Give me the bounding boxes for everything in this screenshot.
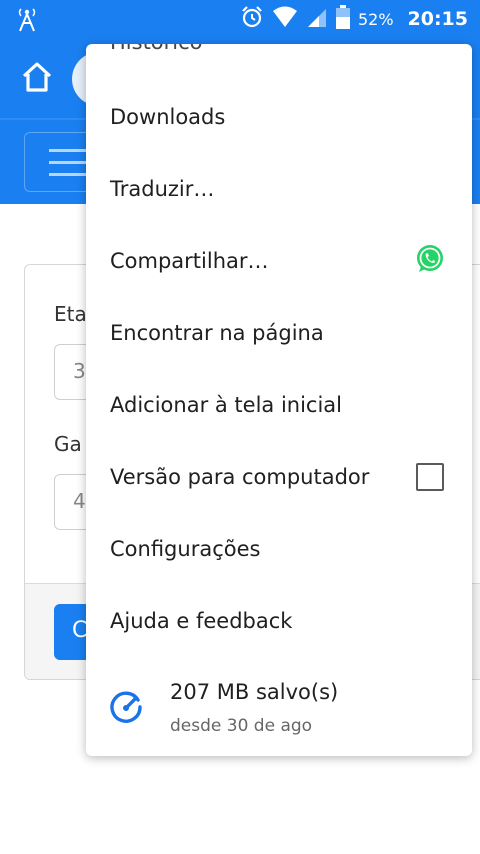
menu-item-traduzir[interactable]: Traduzir… xyxy=(86,153,472,225)
cell-signal-icon xyxy=(306,6,328,32)
form-label-1: Eta xyxy=(54,302,87,326)
battery-icon xyxy=(335,5,350,33)
menu-item-label: Configurações xyxy=(110,537,261,561)
menu-item-label: Traduzir… xyxy=(110,177,215,201)
menu-item-label: Downloads xyxy=(110,105,226,129)
overflow-menu: Histórico Downloads Traduzir… Compartilh… xyxy=(86,44,472,756)
desktop-site-checkbox[interactable] xyxy=(416,463,444,491)
hamburger-icon xyxy=(49,149,89,152)
form-label-2: Ga xyxy=(54,432,82,456)
form-input-1-value: 3 xyxy=(73,359,86,383)
menu-item-downloads[interactable]: Downloads xyxy=(86,81,472,153)
savings-subtitle: desde 30 de ago xyxy=(170,716,313,736)
menu-item-label: Versão para computador xyxy=(110,465,370,489)
menu-item-label: Encontrar na página xyxy=(110,321,324,345)
home-icon[interactable] xyxy=(20,60,54,94)
checkbox-box xyxy=(416,463,444,491)
whatsapp-icon[interactable] xyxy=(414,243,446,279)
menu-item-label: Adicionar à tela inicial xyxy=(110,393,343,417)
menu-item-label: Compartilhar… xyxy=(110,249,269,273)
menu-item-encontrar[interactable]: Encontrar na página xyxy=(86,297,472,369)
menu-item-adicionar-tela-inicial[interactable]: Adicionar à tela inicial xyxy=(86,369,472,441)
menu-item-label: Ajuda e feedback xyxy=(110,609,293,633)
speedometer-icon xyxy=(108,690,144,730)
savings-title: 207 MB salvo(s) xyxy=(170,680,339,704)
antenna-icon xyxy=(16,7,38,37)
data-savings-item[interactable]: 207 MB salvo(s) desde 30 de ago xyxy=(86,664,472,754)
wifi-icon xyxy=(272,6,298,32)
status-bar: 52% 20:15 xyxy=(0,0,480,38)
status-icons: 52% 20:15 xyxy=(240,0,468,38)
form-input-2-value: 4 xyxy=(73,489,86,513)
menu-item-versao-computador[interactable]: Versão para computador xyxy=(86,441,472,513)
menu-item-compartilhar[interactable]: Compartilhar… xyxy=(86,225,472,297)
menu-item-ajuda-feedback[interactable]: Ajuda e feedback xyxy=(86,585,472,657)
screen: 52% 20:15 Eta 3 Ga 4 C Downloads Traduzi… xyxy=(0,0,480,854)
battery-percent: 52% xyxy=(357,9,394,29)
menu-item-label: Histórico xyxy=(110,44,203,54)
alarm-icon xyxy=(240,5,264,33)
clock: 20:15 xyxy=(407,8,468,30)
menu-item-configuracoes[interactable]: Configurações xyxy=(86,513,472,585)
